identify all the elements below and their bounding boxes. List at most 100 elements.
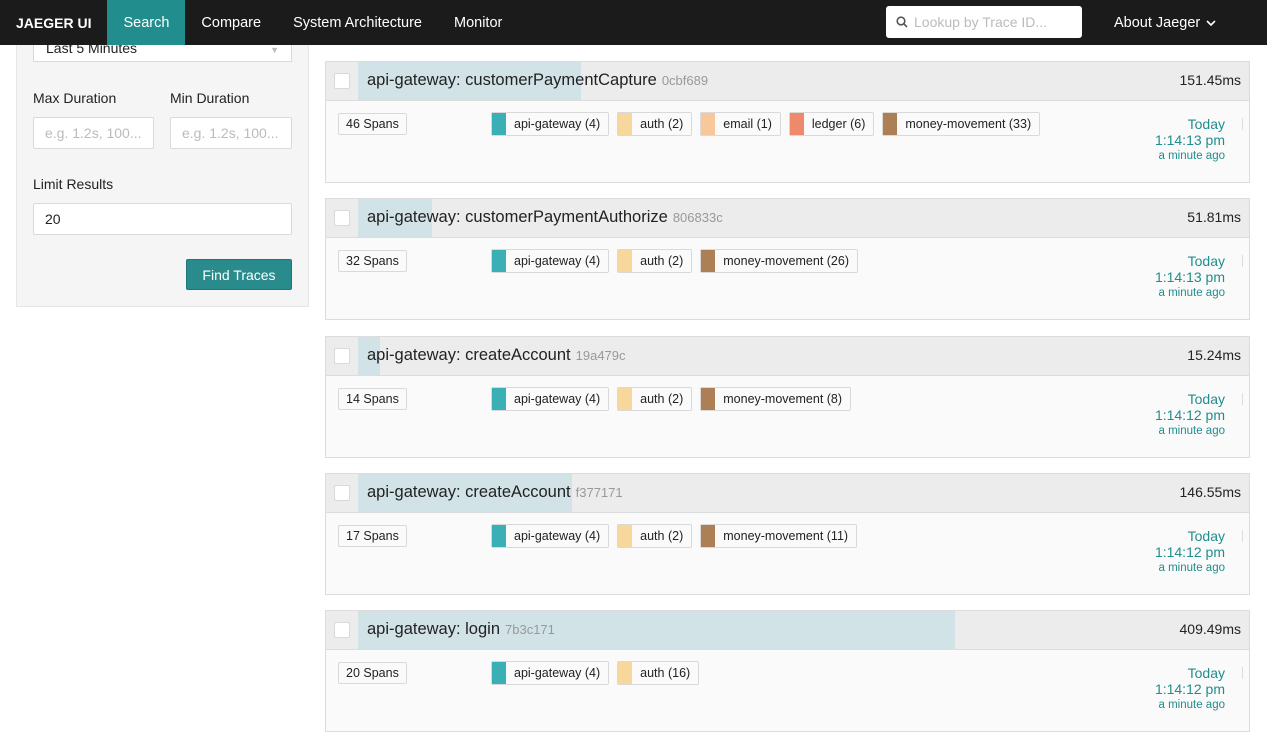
service-color-swatch bbox=[701, 525, 716, 547]
trace-card-body: 32 Spans api-gateway (4) auth (2) money-… bbox=[326, 238, 1249, 319]
divider bbox=[1242, 255, 1243, 267]
trace-name: api-gateway: customerPaymentCapture bbox=[367, 71, 657, 89]
service-tag-label: api-gateway (4) bbox=[514, 529, 601, 543]
service-tag-label: money-movement (26) bbox=[723, 254, 849, 268]
compare-checkbox[interactable] bbox=[334, 622, 350, 638]
service-color-swatch bbox=[618, 662, 633, 684]
top-nav: JAEGER UI Search Compare System Architec… bbox=[0, 0, 1267, 45]
trace-name: api-gateway: customerPaymentAuthorize bbox=[367, 208, 668, 226]
service-tag: auth (2) bbox=[617, 112, 693, 136]
compare-checkbox[interactable] bbox=[334, 210, 350, 226]
service-color-swatch bbox=[618, 388, 633, 410]
service-tag: api-gateway (4) bbox=[491, 661, 610, 685]
compare-checkbox[interactable] bbox=[334, 348, 350, 364]
trace-card-header[interactable]: api-gateway: createAccount f377171 146.55… bbox=[326, 474, 1249, 513]
service-tag-label: api-gateway (4) bbox=[514, 666, 601, 680]
trace-title[interactable]: api-gateway: customerPaymentCapture 0cbf6… bbox=[367, 71, 708, 90]
trace-card-header[interactable]: api-gateway: customerPaymentAuthorize 806… bbox=[326, 199, 1249, 238]
trace-id: 806833c bbox=[672, 210, 723, 225]
trace-card-body: 46 Spans api-gateway (4) auth (2) email … bbox=[326, 101, 1249, 182]
divider bbox=[1242, 667, 1243, 679]
service-color-swatch bbox=[701, 388, 716, 410]
trace-name: api-gateway: login bbox=[367, 620, 500, 638]
min-duration-label: Min Duration bbox=[170, 90, 250, 106]
trace-duration: 51.81ms bbox=[1187, 209, 1241, 225]
search-icon bbox=[896, 16, 908, 28]
trace-card-header[interactable]: api-gateway: login 7b3c171 409.49ms bbox=[326, 611, 1249, 650]
nav-search[interactable]: Search bbox=[107, 0, 186, 45]
service-tags: api-gateway (4) auth (2) money-movement … bbox=[491, 524, 858, 548]
service-tag-label: auth (2) bbox=[640, 117, 684, 131]
trace-name: api-gateway: createAccount bbox=[367, 483, 571, 501]
service-tag: money-movement (26) bbox=[700, 249, 858, 273]
service-tag: auth (2) bbox=[617, 387, 693, 411]
trace-start-time: Today 1:14:12 pm a minute ago bbox=[1154, 665, 1243, 711]
trace-title[interactable]: api-gateway: createAccount 19a479c bbox=[367, 346, 626, 365]
service-tag: api-gateway (4) bbox=[491, 112, 610, 136]
service-color-swatch bbox=[883, 113, 898, 135]
trace-card-body: 14 Spans api-gateway (4) auth (2) money-… bbox=[326, 376, 1249, 457]
service-tag-label: money-movement (8) bbox=[723, 392, 843, 406]
trace-time: 1:14:12 pm bbox=[1154, 407, 1225, 423]
about-jaeger-menu[interactable]: About Jaeger bbox=[1114, 0, 1216, 45]
nav-system-architecture[interactable]: System Architecture bbox=[277, 0, 438, 45]
trace-card[interactable]: api-gateway: customerPaymentAuthorize 806… bbox=[325, 198, 1250, 320]
trace-start-time: Today 1:14:12 pm a minute ago bbox=[1154, 391, 1243, 437]
service-color-swatch bbox=[789, 113, 804, 135]
compare-checkbox[interactable] bbox=[334, 485, 350, 501]
service-color-swatch bbox=[492, 113, 506, 135]
trace-card-header[interactable]: api-gateway: createAccount 19a479c 15.24m… bbox=[326, 337, 1249, 376]
trace-card[interactable]: api-gateway: customerPaymentCapture 0cbf6… bbox=[325, 61, 1250, 183]
trace-duration: 15.24ms bbox=[1187, 347, 1241, 363]
service-tag-label: auth (2) bbox=[640, 529, 684, 543]
trace-card[interactable]: api-gateway: login 7b3c171 409.49ms 20 Sp… bbox=[325, 610, 1250, 732]
trace-id: 0cbf689 bbox=[661, 73, 709, 88]
service-tag-label: api-gateway (4) bbox=[514, 392, 601, 406]
service-tag: money-movement (11) bbox=[700, 524, 858, 548]
trace-time: 1:14:12 pm bbox=[1154, 544, 1225, 560]
nav-monitor[interactable]: Monitor bbox=[438, 0, 518, 45]
service-color-swatch bbox=[618, 525, 633, 547]
divider bbox=[1242, 530, 1243, 542]
search-form-panel: Last 5 Minutes ▼ Max Duration e.g. 1.2s,… bbox=[16, 30, 309, 307]
trace-title[interactable]: api-gateway: customerPaymentAuthorize 806… bbox=[367, 208, 723, 227]
trace-time: 1:14:12 pm bbox=[1154, 681, 1225, 697]
min-duration-input[interactable]: e.g. 1.2s, 100... bbox=[170, 117, 292, 149]
service-color-swatch bbox=[701, 113, 716, 135]
service-tags: api-gateway (4) auth (16) bbox=[491, 661, 700, 685]
service-color-swatch bbox=[618, 250, 633, 272]
service-color-swatch bbox=[492, 525, 506, 547]
service-tag: auth (16) bbox=[617, 661, 700, 685]
trace-card-body: 20 Spans api-gateway (4) auth (16) Today… bbox=[326, 650, 1249, 731]
service-tag: money-movement (8) bbox=[700, 387, 852, 411]
trace-start-time: Today 1:14:13 pm a minute ago bbox=[1154, 116, 1243, 162]
trace-start-time: Today 1:14:13 pm a minute ago bbox=[1155, 253, 1243, 299]
service-tag-label: email (1) bbox=[723, 117, 772, 131]
trace-title[interactable]: api-gateway: login 7b3c171 bbox=[367, 620, 555, 639]
span-count-badge: 32 Spans bbox=[338, 250, 407, 272]
limit-results-input[interactable]: 20 bbox=[33, 203, 292, 235]
service-tag-label: ledger (6) bbox=[811, 117, 866, 131]
service-tag: api-gateway (4) bbox=[491, 249, 610, 273]
service-tag-label: auth (2) bbox=[640, 392, 684, 406]
trace-duration: 409.49ms bbox=[1179, 621, 1241, 637]
trace-card[interactable]: api-gateway: createAccount 19a479c 15.24m… bbox=[325, 336, 1250, 458]
trace-title[interactable]: api-gateway: createAccount f377171 bbox=[367, 483, 623, 502]
service-tags: api-gateway (4) auth (2) money-movement … bbox=[491, 387, 852, 411]
trace-card[interactable]: api-gateway: createAccount f377171 146.55… bbox=[325, 473, 1250, 595]
service-tag: money-movement (33) bbox=[882, 112, 1041, 136]
trace-id: 7b3c171 bbox=[505, 622, 555, 637]
service-tag-label: api-gateway (4) bbox=[514, 117, 601, 131]
nav-compare[interactable]: Compare bbox=[185, 0, 277, 45]
compare-checkbox[interactable] bbox=[334, 73, 350, 89]
trace-card-header[interactable]: api-gateway: customerPaymentCapture 0cbf6… bbox=[326, 62, 1249, 101]
service-tags: api-gateway (4) auth (2) email (1) ledge… bbox=[491, 112, 1041, 136]
span-count-badge: 17 Spans bbox=[338, 525, 407, 547]
service-color-swatch bbox=[492, 662, 506, 684]
find-traces-button[interactable]: Find Traces bbox=[186, 259, 292, 290]
trace-time: 1:14:13 pm bbox=[1154, 132, 1225, 148]
trace-id-input[interactable] bbox=[914, 14, 1074, 30]
trace-start-time: Today 1:14:12 pm a minute ago bbox=[1154, 528, 1243, 574]
max-duration-input[interactable]: e.g. 1.2s, 100... bbox=[33, 117, 154, 149]
brand-logo[interactable]: JAEGER UI bbox=[0, 0, 107, 45]
